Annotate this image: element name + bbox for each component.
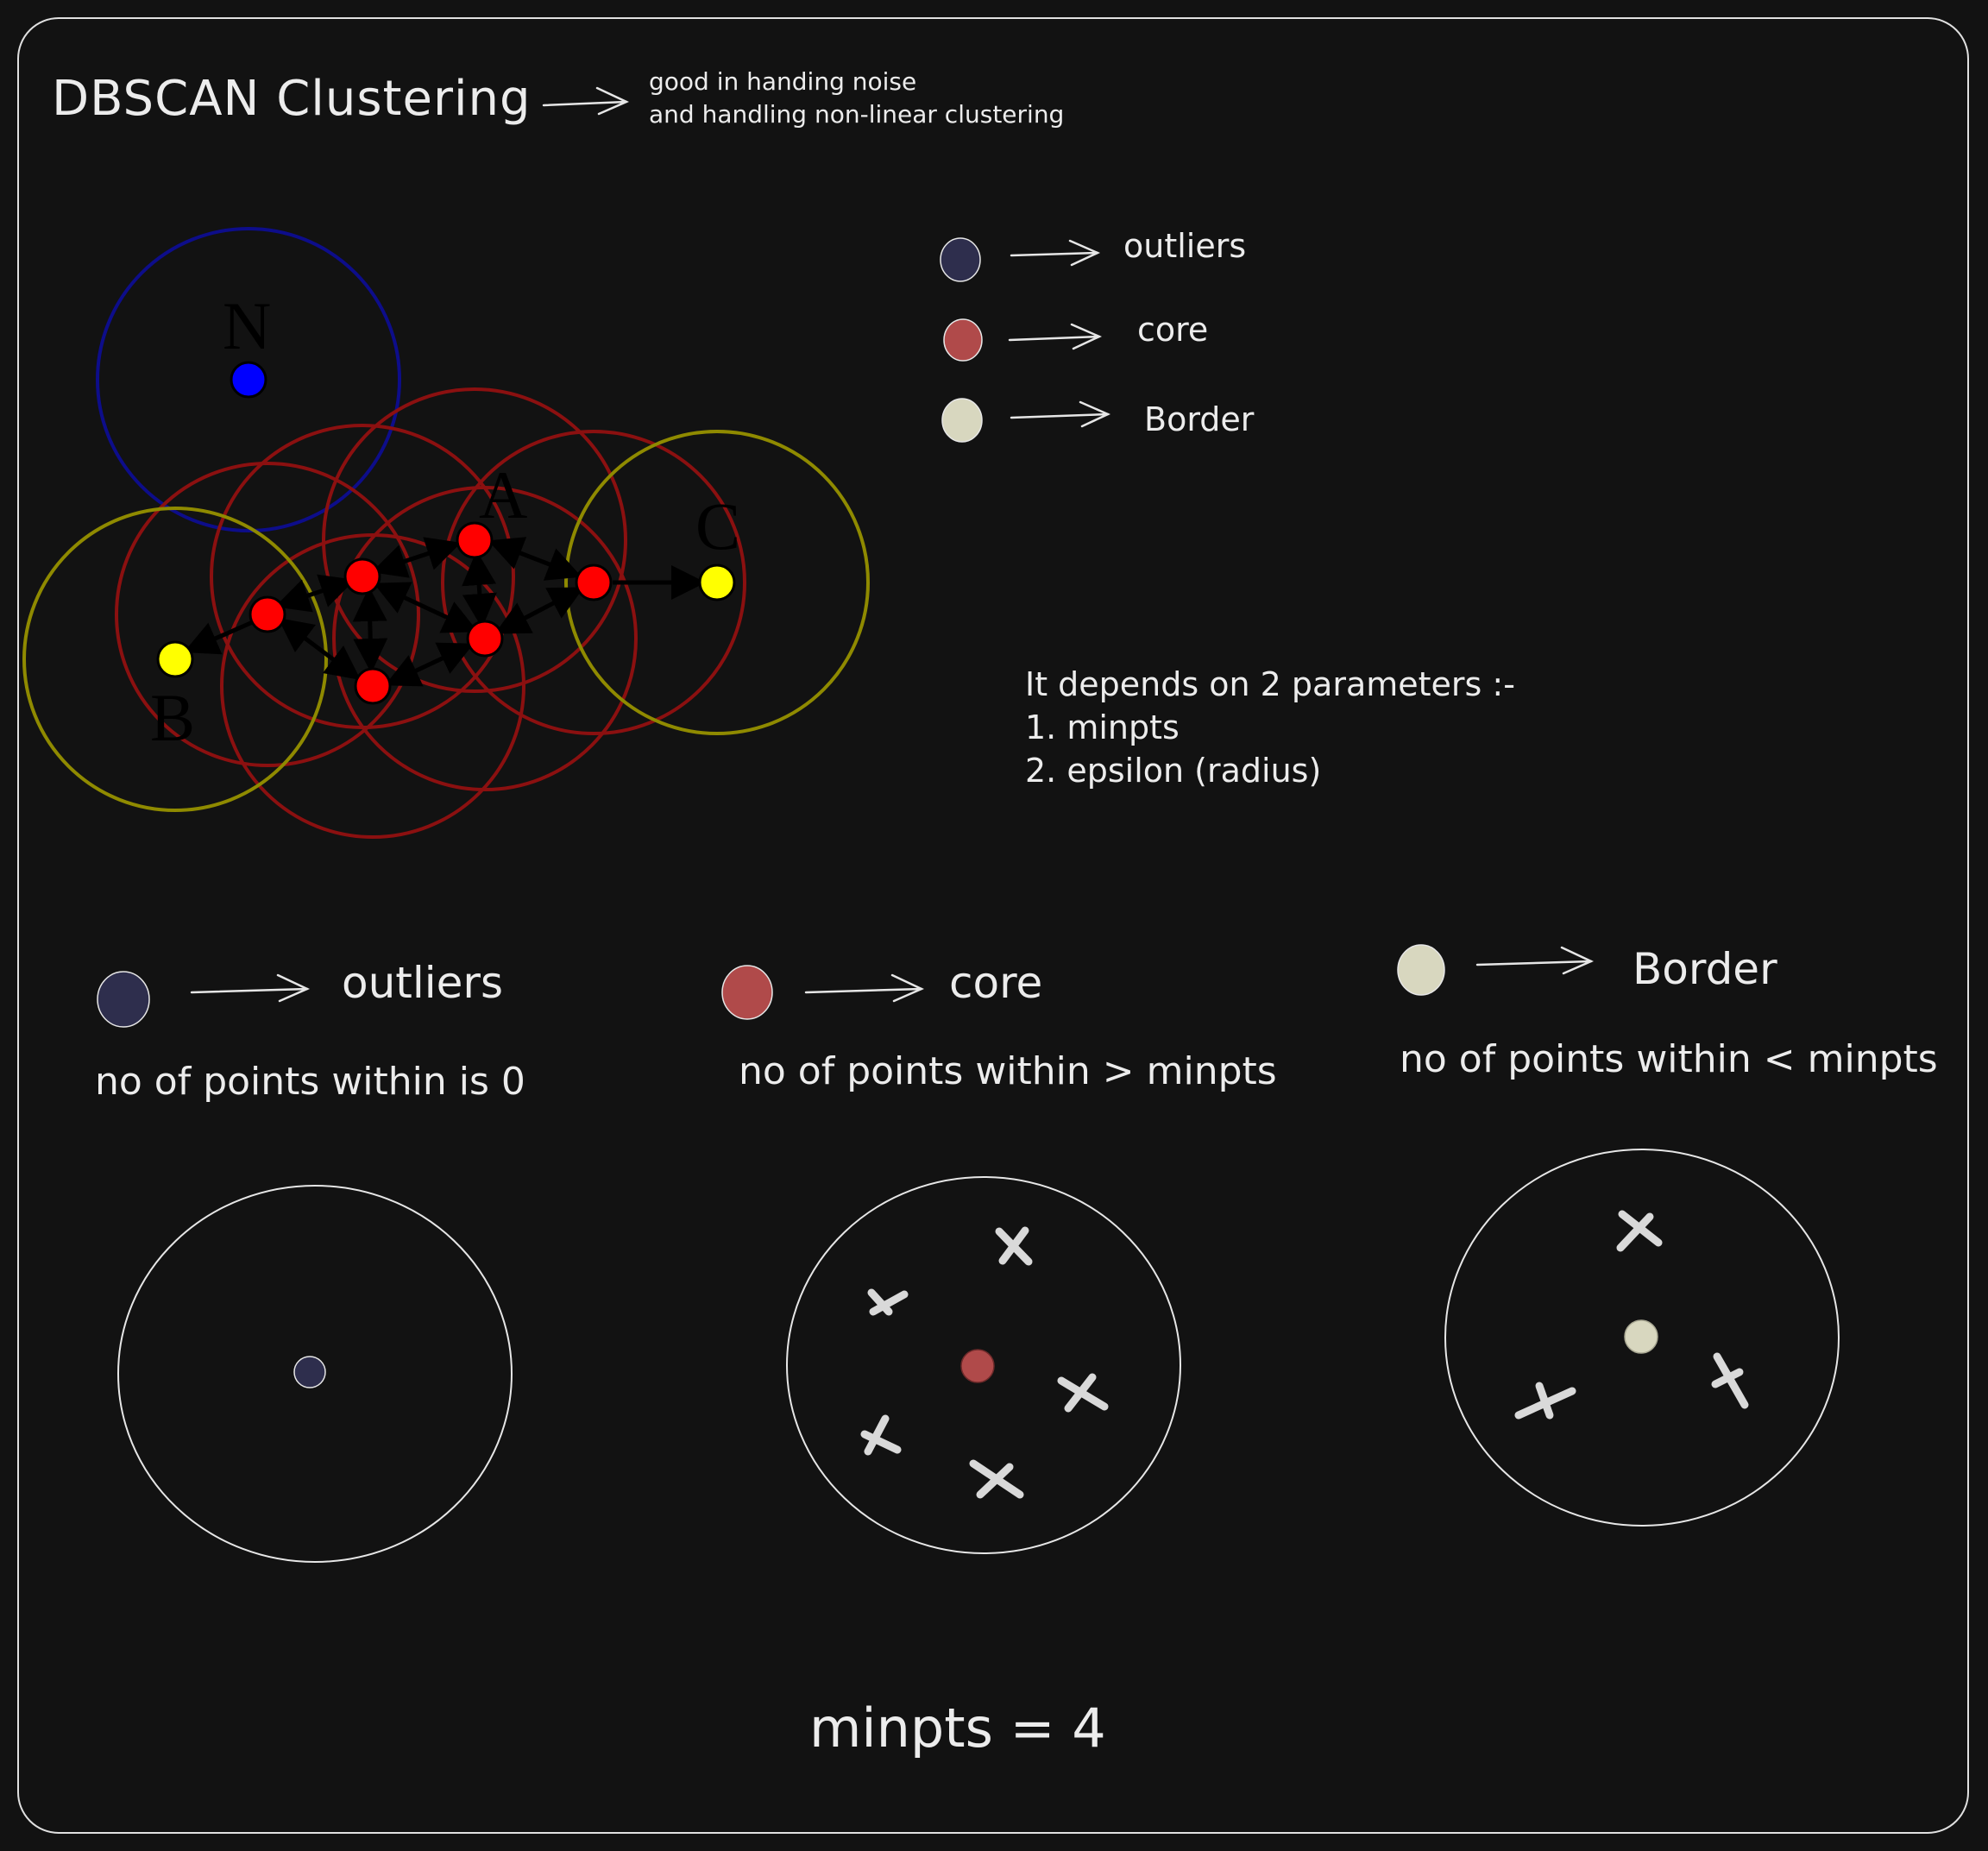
outlier-point xyxy=(230,361,267,399)
parameter-item: 1. minpts xyxy=(1025,708,1180,746)
core-description: no of points within > minpts xyxy=(739,1049,1277,1093)
type-label-outliers: outliers xyxy=(342,958,504,1008)
legend-label-core: core xyxy=(1137,311,1209,349)
border-point xyxy=(156,640,194,678)
point-label-c: C xyxy=(695,488,740,563)
connection-arrow xyxy=(352,587,388,673)
outlier-description: no of points within is 0 xyxy=(95,1060,525,1104)
point-label-a: A xyxy=(479,457,527,532)
type-label-border: Border xyxy=(1633,944,1777,994)
legend-label-outliers: outliers xyxy=(1123,227,1247,265)
point-label-b: B xyxy=(150,680,195,755)
border-point xyxy=(698,563,736,601)
connection-arrow xyxy=(373,582,479,633)
border-description: no of points within < minpts xyxy=(1400,1037,1938,1081)
parameters-block: It depends on 2 parameters :- 1. minpts … xyxy=(1025,663,1515,792)
core-point xyxy=(466,620,504,658)
connection-arrow xyxy=(462,551,497,628)
type-label-core: core xyxy=(949,958,1043,1008)
parameter-item: 2. epsilon (radius) xyxy=(1025,752,1322,790)
connection-arrow xyxy=(488,537,582,581)
legend-label-border: Border xyxy=(1144,400,1255,438)
core-point xyxy=(248,595,286,633)
connection-arrow xyxy=(183,619,256,655)
dbscan-illustration: N A B C xyxy=(22,227,870,839)
parameters-heading: It depends on 2 parameters :- xyxy=(1025,665,1515,703)
point-label-n: N xyxy=(223,288,271,363)
core-point xyxy=(343,557,381,595)
core-point xyxy=(575,563,613,601)
core-point xyxy=(354,667,392,705)
connection-arrow xyxy=(384,642,475,687)
connection-arrow xyxy=(278,618,361,680)
minpts-value: minpts = 4 xyxy=(809,1697,1106,1760)
